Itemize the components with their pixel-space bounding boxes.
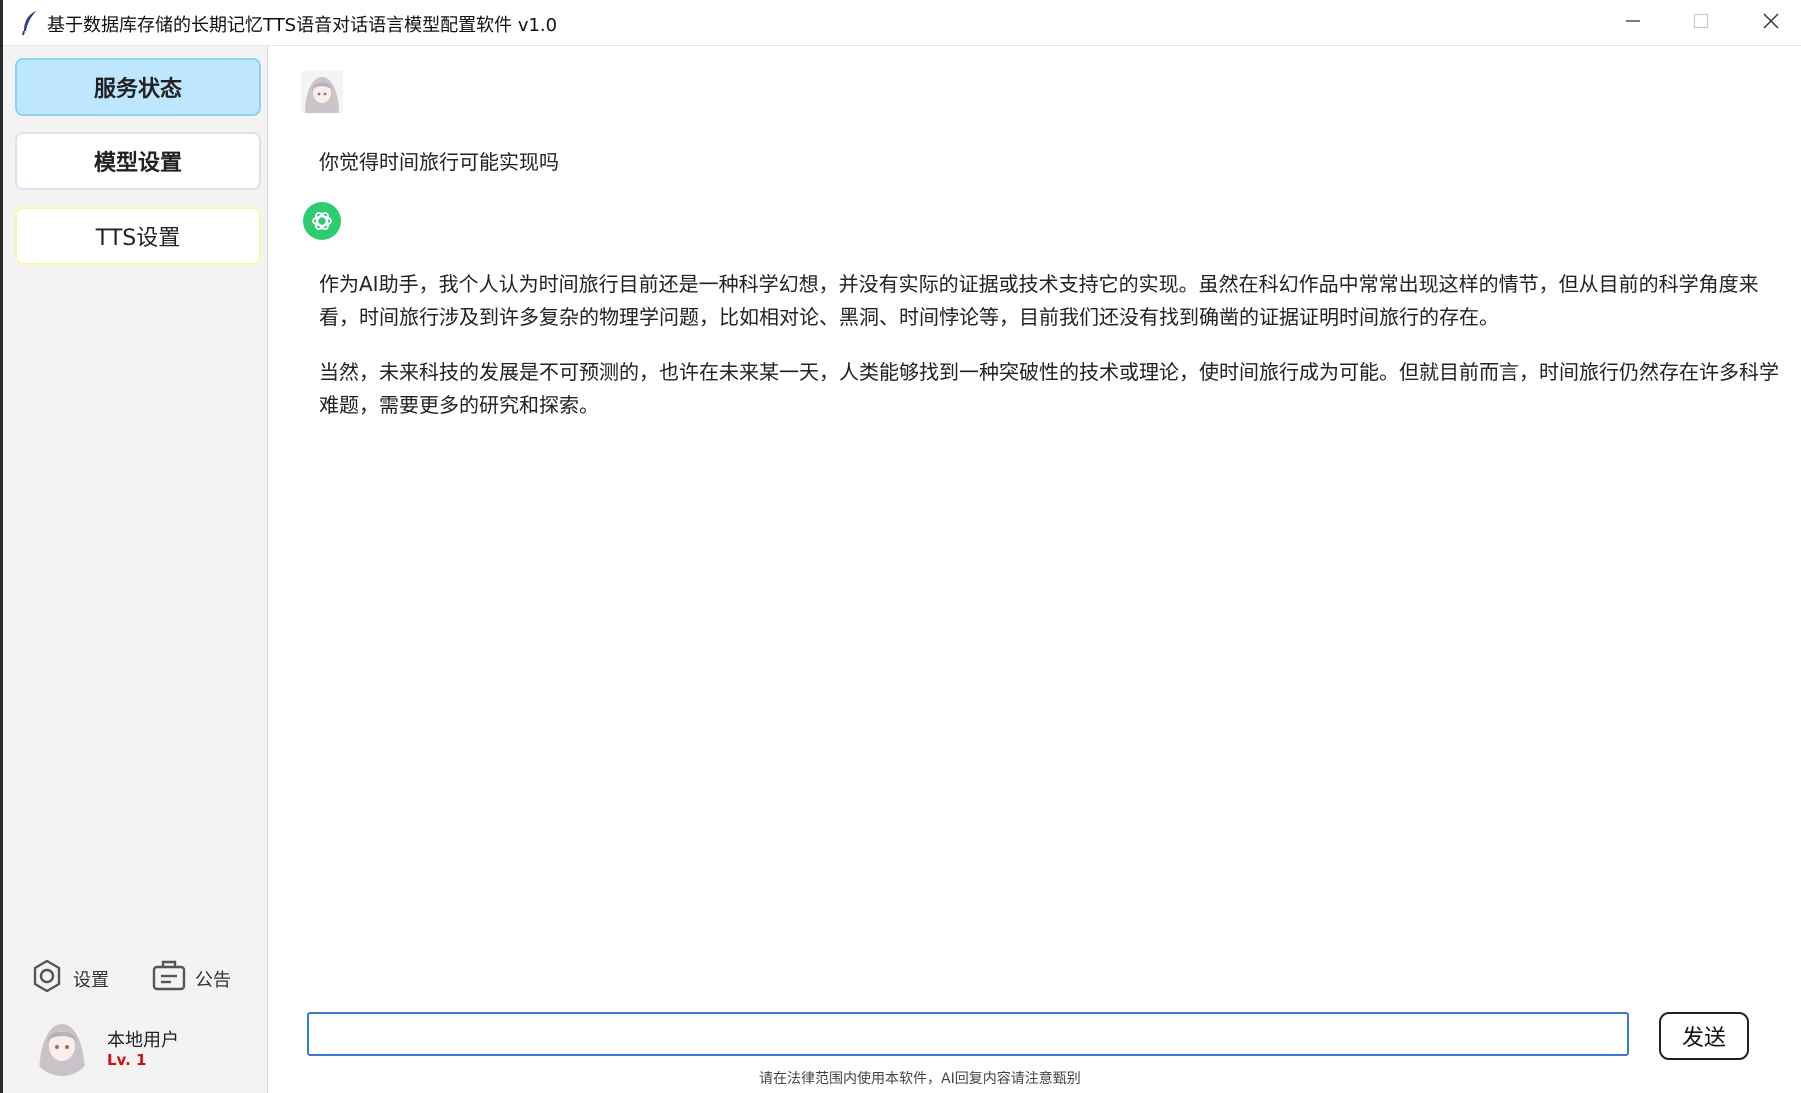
chat-panel: 你觉得时间旅行可能实现吗 作为AI助手，我个人认为时间旅行目前还是一种科学幻想，… [269,46,1801,1093]
user-avatar[interactable] [31,1014,93,1076]
settings-button[interactable]: 设置 [29,958,109,999]
nav-service-status[interactable]: 服务状态 [15,58,261,116]
user-message: 你觉得时间旅行可能实现吗 [319,150,559,174]
notice-label: 公告 [195,969,231,991]
message-input[interactable] [307,1012,1629,1056]
app-window: 基于数据库存储的长期记忆TTS语音对话语言模型配置软件 v1.0 服务状态 模型… [0,0,1801,1093]
maximize-button[interactable] [1667,0,1735,46]
nav-model-settings[interactable]: 模型设置 [15,132,261,190]
sidebar: 服务状态 模型设置 TTS设置 设置 公告 本地用户 Lv. 1 [3,46,268,1093]
maximize-icon [1693,13,1709,33]
ai-avatar-icon [303,202,341,240]
window-title: 基于数据库存储的长期记忆TTS语音对话语言模型配置软件 v1.0 [47,15,558,36]
ai-message-paragraph: 当然，未来科技的发展是不可预测的，也许在未来某一天，人类能够找到一种突破性的技术… [319,360,1779,417]
user-level: Lv. 1 [107,1051,147,1069]
minimize-icon [1625,13,1641,33]
nav-label: 模型设置 [93,151,182,176]
close-button[interactable] [1737,0,1801,46]
minimize-button[interactable] [1599,0,1667,46]
settings-label: 设置 [73,969,109,991]
notice-button[interactable]: 公告 [151,958,231,999]
disclaimer-text: 请在法律范围内使用本软件，AI回复内容请注意甄别 [759,1071,1081,1087]
user-message-avatar [301,71,343,113]
gear-icon [29,958,73,999]
nav-tts-settings[interactable]: TTS设置 [15,207,261,265]
feather-icon [21,10,39,36]
user-name: 本地用户 [107,1030,179,1051]
ai-message-paragraph: 作为AI助手，我个人认为时间旅行目前还是一种科学幻想，并没有实际的证据或技术支持… [319,272,1759,329]
nav-label: 服务状态 [93,77,182,102]
ai-message: 作为AI助手，我个人认为时间旅行目前还是一种科学幻想，并没有实际的证据或技术支持… [319,268,1779,444]
send-label: 发送 [1681,1026,1726,1051]
nav-label: TTS设置 [95,226,181,251]
notice-icon [151,958,195,999]
close-icon [1762,12,1780,34]
title-bar: 基于数据库存储的长期记忆TTS语音对话语言模型配置软件 v1.0 [3,0,1801,46]
send-button[interactable]: 发送 [1659,1012,1749,1060]
